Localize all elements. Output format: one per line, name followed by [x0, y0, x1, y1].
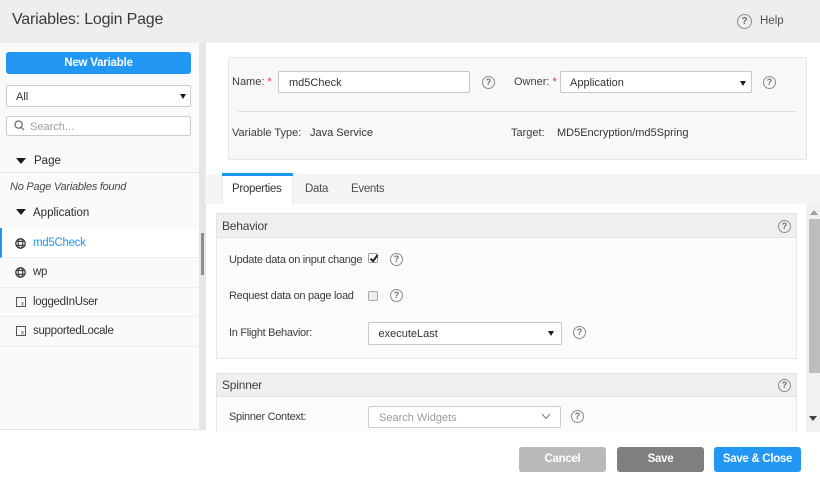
svg-text:x: x — [21, 331, 24, 336]
svg-text:x: x — [21, 302, 24, 307]
